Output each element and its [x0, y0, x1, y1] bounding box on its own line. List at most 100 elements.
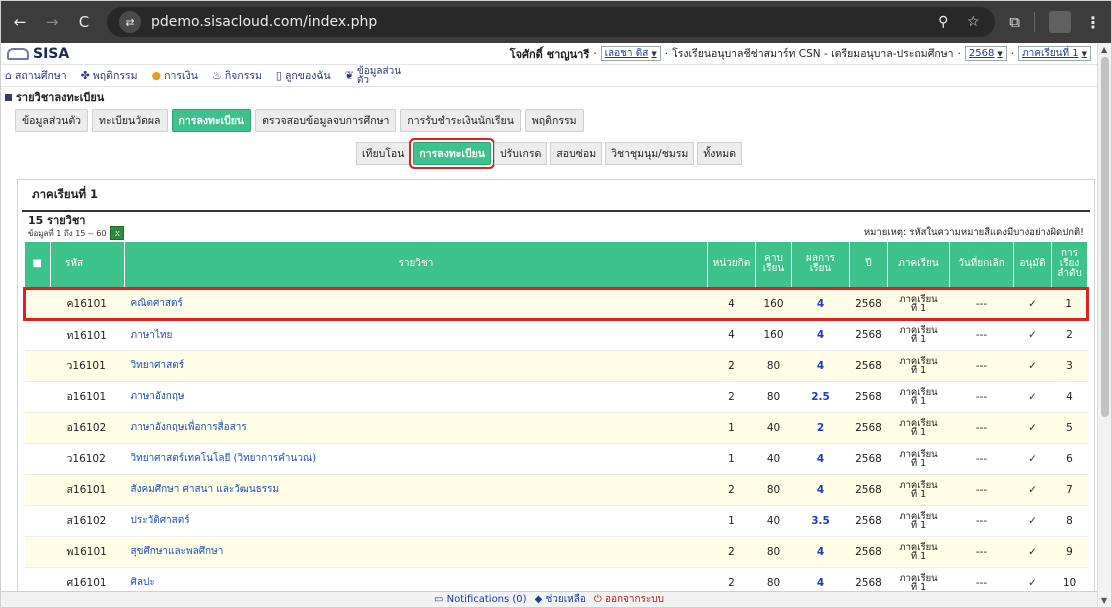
remark-note: หมายเหตุ: รหัสในความหมายสีแดงมีบางอย่างผ…: [863, 227, 1084, 238]
browser-menu-icon[interactable]: ⋮: [1085, 13, 1101, 32]
row-select[interactable]: [23, 286, 51, 321]
menu-label: การเงิน: [164, 70, 198, 82]
col-year[interactable]: ปี: [849, 242, 888, 288]
subject-name-link[interactable]: ภาษาอังกฤษ: [124, 381, 708, 413]
table-row[interactable]: อ16101 ภาษาอังกฤษ 2 80 2.5 2568 ภาคเรียน…: [24, 381, 1088, 413]
row-select[interactable]: [24, 474, 51, 506]
table-row[interactable]: ว16102 วิทยาศาสตร์เทคโนโลยี (วิทยาการคำน…: [24, 443, 1088, 475]
registration-panel: ภาคเรียนที่ 1 15 รายวิชา ข้อมูลที่ 1 ถึง…: [17, 179, 1095, 607]
col-approve[interactable]: อนุมัติ: [1013, 242, 1052, 288]
student-select[interactable]: เลอชา ดิส ▼: [600, 46, 661, 61]
table-row[interactable]: ส16101 สังคมศึกษา ศาสนา และวัฒนธรรม 2 80…: [24, 474, 1088, 506]
grade-link[interactable]: 4: [791, 443, 850, 475]
tab-registration[interactable]: การลงทะเบียน: [171, 109, 252, 132]
scroll-up-icon[interactable]: ▲: [1101, 45, 1107, 54]
browser-window: ← → C ⇄ pdemo.sisacloud.com/index.php ⚲ …: [0, 0, 1112, 608]
row-select[interactable]: [24, 381, 51, 413]
row-select[interactable]: [24, 412, 51, 444]
grade-link[interactable]: 2.5: [791, 381, 850, 413]
col-code[interactable]: รหัส: [50, 242, 125, 288]
grade-link[interactable]: 4: [791, 474, 850, 506]
site-settings-icon[interactable]: ⇄: [119, 11, 141, 33]
chevron-down-icon: ▼: [651, 49, 657, 58]
col-hours[interactable]: คาบ เรียน: [755, 242, 792, 288]
page-scrollbar[interactable]: ▲ ▼: [1097, 43, 1111, 607]
subject-name-link[interactable]: วิทยาศาสตร์: [124, 350, 708, 382]
credit-cell: 2: [707, 381, 756, 413]
table-row[interactable]: ว16101 วิทยาศาสตร์ 2 80 4 2568 ภาคเรียนท…: [24, 350, 1088, 382]
forward-icon[interactable]: →: [43, 13, 61, 31]
subject-name-link[interactable]: ภาษาอังกฤษเพื่อการสื่อสาร: [124, 412, 708, 444]
subject-name-link[interactable]: สังคมศึกษา ศาสนา และวัฒนธรรม: [124, 474, 708, 506]
grade-link[interactable]: 3.5: [791, 505, 850, 537]
grade-link[interactable]: 2: [791, 412, 850, 444]
table-row[interactable]: ค16101 คณิตศาสตร์ 4 160 4 2568 ภาคเรียนท…: [23, 286, 1089, 321]
grade-link[interactable]: 4: [791, 286, 850, 321]
table-row[interactable]: พ16101 สุขศึกษาและพลศึกษา 2 80 4 2568 ภา…: [24, 536, 1088, 568]
tab-transfer[interactable]: เทียบโอน: [355, 142, 411, 165]
row-select[interactable]: [24, 443, 51, 475]
scroll-down-icon[interactable]: ▼: [1101, 596, 1107, 605]
menu-item-finance[interactable]: ● การเงิน: [152, 67, 198, 84]
zoom-icon[interactable]: ⚲: [933, 14, 953, 30]
main-menu: ⌂ สถานศึกษา ✤ พฤติกรรม ● การเงิน ♨ กิจกรรม ▯…: [1, 65, 1097, 87]
tab-grade-adjust[interactable]: ปรับเกรด: [494, 142, 548, 165]
tab-registration-sub[interactable]: การลงทะเบียน: [413, 142, 491, 165]
hours-cell: 80: [755, 381, 792, 413]
menu-item-personal[interactable]: ❦ ข้อมูลส่วน ตัว: [345, 66, 401, 85]
tab-payments[interactable]: การรับชำระเงินนักเรียน: [400, 109, 521, 132]
row-select[interactable]: [24, 536, 51, 568]
table-row[interactable]: ส16102 ประวัติศาสตร์ 1 40 3.5 2568 ภาคเร…: [24, 505, 1088, 537]
tab-behavior[interactable]: พฤติกรรม: [524, 109, 584, 132]
col-credit[interactable]: หน่วยกิต: [707, 242, 756, 288]
notifications-link[interactable]: ▭ Notifications (0): [434, 594, 527, 605]
col-cancel-date[interactable]: วันที่ยกเลิก: [949, 242, 1014, 288]
bookmark-star-icon[interactable]: ☆: [963, 14, 983, 30]
tab-assessment-register[interactable]: ทะเบียนวัดผล: [92, 109, 168, 132]
grade-link[interactable]: 4: [791, 319, 850, 351]
col-subject[interactable]: รายวิชา: [124, 242, 708, 288]
term-select[interactable]: ภาคเรียนที่ 1 ▼: [1018, 46, 1091, 61]
subject-name-link[interactable]: คณิตศาสตร์: [124, 286, 708, 321]
table-row[interactable]: ท16101 ภาษาไทย 4 160 4 2568 ภาคเรียน ที่ …: [24, 319, 1088, 351]
tab-remedial-exam[interactable]: สอบซ่อม: [550, 142, 603, 165]
select-all-checkbox[interactable]: ■: [24, 242, 51, 288]
logout-link[interactable]: ⏻ ออกจากระบบ: [594, 592, 664, 607]
extensions-icon[interactable]: ⧉: [1009, 13, 1020, 31]
row-select[interactable]: [24, 505, 51, 537]
menu-item-school[interactable]: ⌂ สถานศึกษา: [5, 67, 67, 84]
tab-all[interactable]: ทั้งหมด: [697, 142, 743, 165]
subject-name-link[interactable]: ภาษาไทย: [124, 319, 708, 351]
subject-name-link[interactable]: สุขศึกษาและพลศึกษา: [124, 536, 708, 568]
subject-name-link[interactable]: ประวัติศาสตร์: [124, 505, 708, 537]
grade-link[interactable]: 4: [791, 536, 850, 568]
hours-cell: 160: [755, 319, 792, 351]
year-select[interactable]: 2568 ▼: [964, 46, 1007, 61]
order-cell: 9: [1051, 536, 1088, 568]
back-icon[interactable]: ←: [11, 13, 29, 31]
excel-export-icon[interactable]: X: [110, 226, 125, 240]
col-order[interactable]: การ เรียง ลำดับ: [1051, 242, 1088, 288]
approved-check-icon: ✓: [1013, 505, 1052, 537]
col-grade[interactable]: ผลการ เรียน: [791, 242, 850, 288]
grade-link[interactable]: 4: [791, 350, 850, 382]
year-cell: 2568: [849, 536, 888, 568]
menu-item-my-child[interactable]: ▯ ลูกของฉัน: [276, 67, 331, 84]
help-link[interactable]: ◆ ช่วยเหลือ: [535, 592, 586, 607]
tab-clubs[interactable]: วิชาชุมนุม/ชมรม: [605, 142, 695, 165]
reload-icon[interactable]: C: [75, 13, 93, 31]
subject-name-link[interactable]: วิทยาศาสตร์เทคโนโลยี (วิทยาการคำนวณ): [124, 443, 708, 475]
sisa-logo[interactable]: SISA: [7, 46, 69, 62]
address-bar[interactable]: ⇄ pdemo.sisacloud.com/index.php ⚲ ☆: [107, 7, 996, 37]
row-select[interactable]: [24, 350, 51, 382]
tab-graduation-check[interactable]: ตรวจสอบข้อมูลจบการศึกษา: [255, 109, 397, 132]
tab-personal-info[interactable]: ข้อมูลส่วนตัว: [15, 109, 89, 132]
url-text[interactable]: pdemo.sisacloud.com/index.php: [151, 14, 923, 30]
row-select[interactable]: [24, 319, 51, 351]
scroll-thumb[interactable]: [1101, 57, 1109, 417]
table-row[interactable]: อ16102 ภาษาอังกฤษเพื่อการสื่อสาร 1 40 2 …: [24, 412, 1088, 444]
menu-item-behavior[interactable]: ✤ พฤติกรรม: [81, 67, 138, 84]
menu-item-activities[interactable]: ♨ กิจกรรม: [212, 67, 262, 84]
profile-avatar[interactable]: [1049, 11, 1071, 33]
col-term[interactable]: ภาคเรียน: [887, 242, 950, 288]
